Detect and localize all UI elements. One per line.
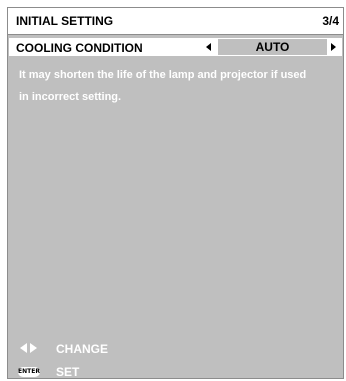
enter-button-icon: ENTER bbox=[18, 367, 40, 377]
warning-message-line-1: It may shorten the life of the lamp and … bbox=[19, 69, 307, 81]
set-hint: ENTER SET bbox=[8, 363, 343, 381]
menu-header: INITIAL SETTING 3/4 bbox=[8, 8, 343, 35]
cooling-condition-value: AUTO bbox=[218, 39, 327, 55]
right-arrow-icon[interactable] bbox=[331, 43, 336, 51]
cooling-condition-selector[interactable]: AUTO bbox=[204, 39, 336, 55]
warning-message: It may shorten the life of the lamp and … bbox=[19, 64, 344, 108]
cooling-condition-row[interactable]: COOLING CONDITION AUTO bbox=[9, 38, 342, 56]
left-right-arrows-icon bbox=[20, 343, 40, 353]
change-hint-label: CHANGE bbox=[56, 342, 109, 356]
left-arrow-icon[interactable] bbox=[206, 43, 211, 51]
page-indicator: 3/4 bbox=[322, 14, 339, 28]
warning-message-line-2: in incorrect setting. bbox=[19, 91, 122, 103]
cooling-condition-label: COOLING CONDITION bbox=[16, 41, 143, 55]
left-triangle-icon bbox=[20, 343, 27, 353]
set-hint-label: SET bbox=[56, 365, 80, 379]
right-triangle-icon bbox=[30, 343, 37, 353]
menu-title: INITIAL SETTING bbox=[16, 14, 114, 28]
initial-setting-menu: INITIAL SETTING 3/4 COOLING CONDITION AU… bbox=[7, 7, 344, 379]
change-hint: CHANGE bbox=[8, 340, 343, 358]
